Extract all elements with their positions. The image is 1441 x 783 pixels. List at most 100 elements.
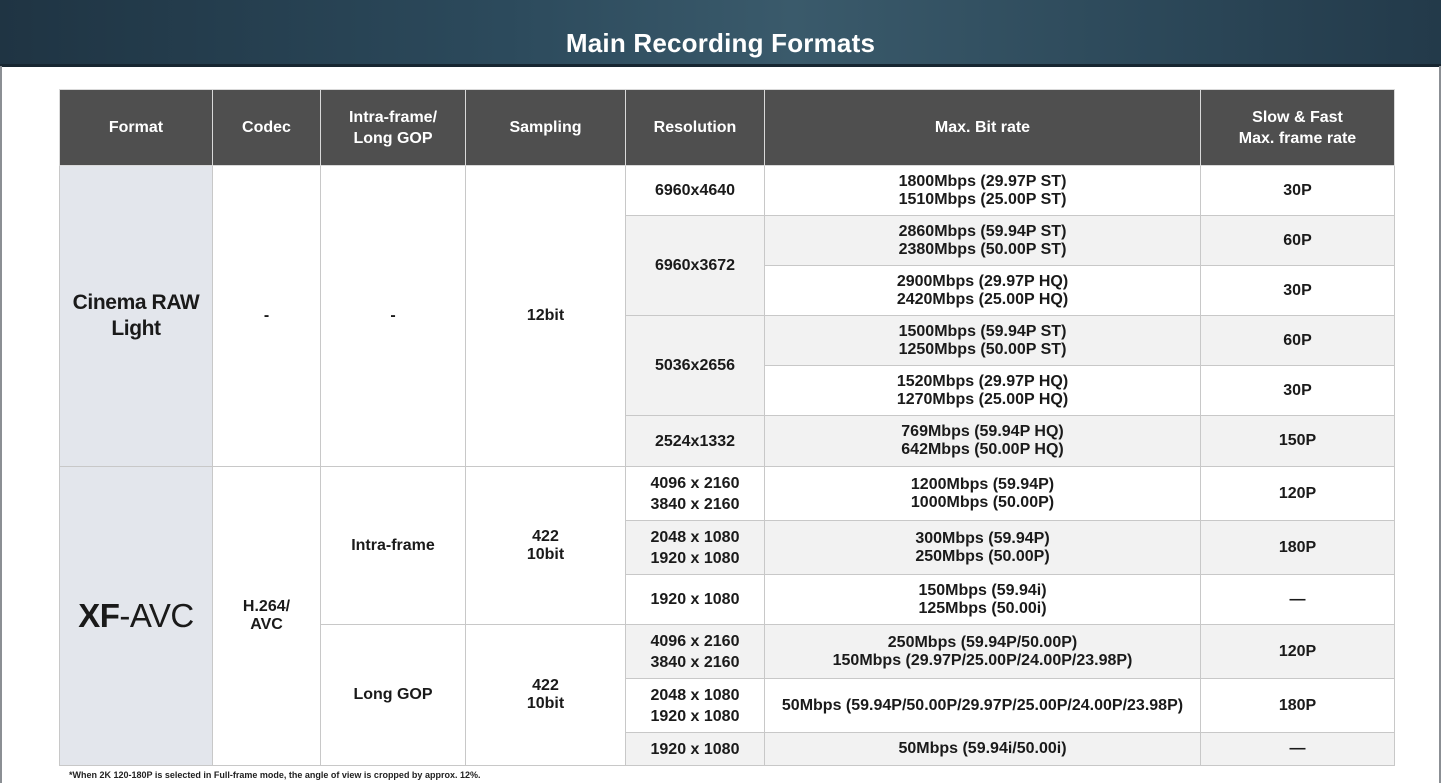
bitrate-line: 2900Mbps (29.97P HQ): [896, 272, 1069, 290]
header-max-bit-rate: Max. Bit rate: [764, 89, 1201, 166]
header-slow-line1: Slow & Fast: [1252, 108, 1343, 126]
max-frame-rate-cell: 120P: [1200, 624, 1395, 679]
bitrate-line: 1270Mbps (25.00P HQ): [896, 390, 1069, 408]
bitrate-line: 300Mbps (59.94P): [915, 529, 1050, 547]
bitrate-line: 1500Mbps (59.94P ST): [898, 322, 1067, 340]
max-frame-rate-cell: —: [1200, 574, 1395, 625]
bitrate-cell: 300Mbps (59.94P) 250Mbps (50.00P): [764, 520, 1201, 575]
resolution-line: 2048 x 1080: [650, 686, 740, 704]
resolution-line: 4096 x 2160: [650, 474, 740, 492]
page-title: Main Recording Formats: [565, 28, 876, 58]
bitrate-cell: 769Mbps (59.94P HQ) 642Mbps (50.00P HQ): [764, 415, 1201, 467]
bitrate-line: 2420Mbps (25.00P HQ): [896, 290, 1069, 308]
codec-cell: -: [212, 165, 321, 467]
resolution-cell: 4096 x 2160 3840 x 2160: [625, 624, 765, 679]
codec-cell: H.264/AVC: [212, 466, 321, 766]
title-rule: [0, 64, 1441, 67]
header-intra-line1: Intra-frame/: [348, 108, 438, 126]
format-raw-line2: Light: [111, 317, 161, 340]
bitrate-line: 250Mbps (50.00P): [915, 547, 1050, 565]
max-frame-rate-cell: 120P: [1200, 466, 1395, 521]
format-cinema-raw-light: Cinema RAW Light: [59, 165, 213, 467]
xf-logo-rest: -AVC: [119, 597, 194, 634]
max-frame-rate-cell: 30P: [1200, 365, 1395, 416]
bitrate-line: 642Mbps (50.00P HQ): [901, 441, 1064, 458]
format-raw-line1: Cinema RAW: [72, 291, 200, 314]
max-frame-rate-cell: 180P: [1200, 520, 1395, 575]
bitrate-line: 769Mbps (59.94P HQ): [901, 423, 1064, 440]
resolution-cell: 2048 x 1080 1920 x 1080: [625, 678, 765, 733]
intra-gop-cell: -: [320, 165, 466, 467]
bitrate-line: 1520Mbps (29.97P HQ): [896, 372, 1069, 390]
resolution-line: 3840 x 2160: [650, 653, 740, 671]
header-sampling: Sampling: [465, 89, 626, 166]
bitrate-line: 150Mbps (29.97P/25.00P/24.00P/23.98P): [832, 651, 1133, 669]
left-border: [0, 66, 2, 783]
resolution-line: 4096 x 2160: [650, 632, 740, 650]
xf-avc-logo: XF-AVC: [78, 597, 194, 634]
resolution-cell: 2048 x 1080 1920 x 1080: [625, 520, 765, 575]
bitrate-cell: 1500Mbps (59.94P ST) 1250Mbps (50.00P ST): [764, 315, 1201, 366]
resolution-line: 2048 x 1080: [650, 528, 740, 546]
bitrate-cell: 1520Mbps (29.97P HQ) 1270Mbps (25.00P HQ): [764, 365, 1201, 416]
bitrate-line: 250Mbps (59.94P/50.00P): [887, 633, 1078, 651]
title-banner: Main Recording Formats: [0, 0, 1441, 66]
bitrate-cell: 1800Mbps (29.97P ST) 1510Mbps (25.00P ST): [764, 165, 1201, 216]
resolution-cell: 6960x4640: [625, 165, 765, 216]
max-frame-rate-cell: —: [1200, 732, 1395, 766]
sampling-cell: 422 10bit: [465, 624, 626, 766]
table-row: XF-AVC H.264/AVC Intra-frame 422 10bit 40…: [59, 466, 1395, 766]
header-slow-fast: Slow & Fast Max. frame rate: [1200, 89, 1395, 166]
resolution-cell: 4096 x 2160 3840 x 2160: [625, 466, 765, 521]
bitrate-line: 1510Mbps (25.00P ST): [898, 190, 1067, 208]
bitrate-cell: 50Mbps (59.94P/50.00P/29.97P/25.00P/24.0…: [764, 678, 1201, 733]
footnote: *When 2K 120-180P is selected in Full-fr…: [69, 770, 481, 780]
bitrate-cell: 150Mbps (59.94i) 125Mbps (50.00i): [764, 574, 1201, 625]
header-slow-line2: Max. frame rate: [1238, 129, 1357, 147]
bitrate-line: 2380Mbps (50.00P ST): [898, 240, 1067, 258]
resolution-cell: 1920 x 1080: [625, 574, 765, 625]
max-frame-rate-cell: 60P: [1200, 315, 1395, 366]
sampling-cell: 12bit: [465, 165, 626, 467]
header-resolution: Resolution: [625, 89, 765, 166]
max-frame-rate-cell: 60P: [1200, 215, 1395, 266]
long-gop-cell: Long GOP: [320, 624, 466, 766]
bitrate-cell: 50Mbps (59.94i/50.00i): [764, 732, 1201, 766]
header-intra-frame-long-gop: Intra-frame/Long GOP: [320, 89, 466, 166]
resolution-line: 1920 x 1080: [650, 549, 740, 567]
bitrate-line: 2860Mbps (59.94P ST): [898, 222, 1067, 240]
resolution-cell: 6960x3672: [625, 215, 765, 316]
max-frame-rate-cell: 30P: [1200, 265, 1395, 316]
intra-frame-cell: Intra-frame: [320, 466, 466, 625]
resolution-line: 1920 x 1080: [650, 707, 740, 725]
header-row: Format Codec Intra-frame/Long GOP Sampli…: [59, 89, 1395, 166]
header-format: Format: [59, 89, 213, 166]
bitrate-line: 1800Mbps (29.97P ST): [898, 172, 1067, 190]
bitrate-cell: 1200Mbps (59.94P) 1000Mbps (50.00P): [764, 466, 1201, 521]
recording-formats-table: Format Codec Intra-frame/Long GOP Sampli…: [59, 89, 1395, 766]
bitrate-cell: 250Mbps (59.94P/50.00P) 150Mbps (29.97P/2…: [764, 624, 1201, 679]
max-frame-rate-cell: 180P: [1200, 678, 1395, 733]
sampling-line1: 422: [532, 527, 559, 545]
xf-logo-bold: XF: [78, 597, 120, 634]
bitrate-line: 1200Mbps (59.94P): [910, 475, 1055, 493]
codec-line1: H.264/: [242, 598, 291, 615]
table-row: Cinema RAW Light - - 12bit 6960x4640 1800…: [59, 165, 1395, 467]
sampling-line2: 10bit: [526, 695, 565, 712]
codec-line2: AVC: [250, 616, 283, 633]
resolution-cell: 1920 x 1080: [625, 732, 765, 766]
sampling-cell: 422 10bit: [465, 466, 626, 625]
resolution-cell: 5036x2656: [625, 315, 765, 416]
header-intra-line2: Long GOP: [353, 129, 433, 147]
bitrate-line: 150Mbps (59.94i): [918, 581, 1047, 599]
bitrate-line: 1000Mbps (50.00P): [910, 493, 1055, 511]
sampling-line2: 10bit: [526, 545, 565, 563]
bitrate-cell: 2860Mbps (59.94P ST) 2380Mbps (50.00P ST): [764, 215, 1201, 266]
max-frame-rate-cell: 30P: [1200, 165, 1395, 216]
bitrate-cell: 2900Mbps (29.97P HQ) 2420Mbps (25.00P HQ): [764, 265, 1201, 316]
bitrate-line: 1250Mbps (50.00P ST): [898, 340, 1067, 358]
header-codec: Codec: [212, 89, 321, 166]
max-frame-rate-cell: 150P: [1200, 415, 1395, 467]
resolution-line: 3840 x 2160: [650, 495, 740, 513]
sampling-line1: 422: [532, 677, 559, 694]
